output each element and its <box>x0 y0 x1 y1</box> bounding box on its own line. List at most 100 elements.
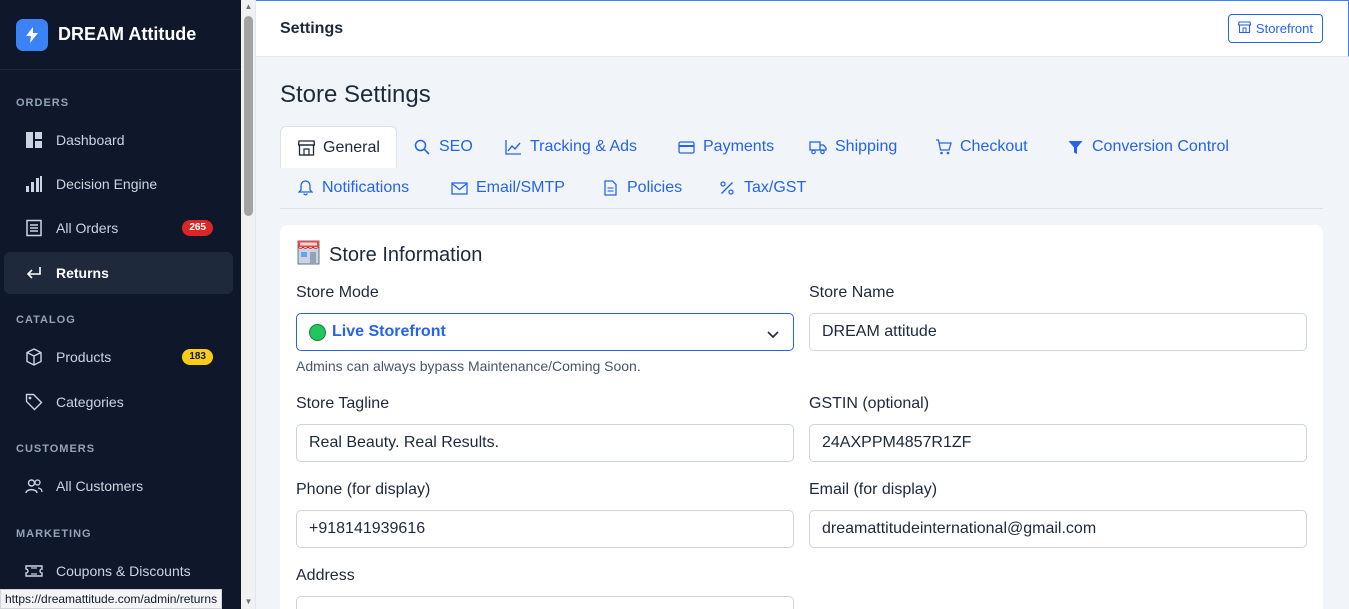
phone-label: Phone (for display) <box>296 481 431 498</box>
sidebar-item-coupons[interactable]: Coupons & Discounts <box>4 550 233 592</box>
section-label-catalog: CATALOG <box>16 314 76 326</box>
card-title: Store Information <box>296 240 482 271</box>
section-label-marketing: MARKETING <box>16 528 92 540</box>
funnel-icon <box>1066 138 1084 156</box>
sidebar-item-label: Categories <box>56 394 124 410</box>
sidebar-item-label: Decision Engine <box>56 176 158 192</box>
settings-tabs: General SEO Tracking & Ads Payments Ship… <box>280 126 1323 209</box>
gstin-value: 24AXPPM4857R1ZF <box>822 434 972 451</box>
tab-label: Conversion Control <box>1092 138 1229 155</box>
products-count-badge: 183 <box>182 349 213 365</box>
section-label-customers: CUSTOMERS <box>16 443 96 455</box>
scroll-up-icon[interactable]: ▲ <box>241 0 256 14</box>
sidebar-item-returns[interactable]: Returns <box>4 252 233 294</box>
gstin-label: GSTIN (optional) <box>809 395 930 412</box>
sidebar-item-categories[interactable]: Categories <box>4 381 233 423</box>
lightning-icon <box>16 18 48 51</box>
green-circle-icon <box>309 323 326 341</box>
section-label-orders: ORDERS <box>16 97 70 109</box>
sidebar-item-label: Coupons & Discounts <box>56 563 191 579</box>
truck-icon <box>809 138 827 156</box>
tab-payments[interactable]: Payments <box>661 126 790 168</box>
topbar: Settings Storefront <box>256 0 1349 57</box>
phone-value: +918141939616 <box>309 520 426 537</box>
orders-count-badge: 265 <box>182 220 213 236</box>
sidebar-scrollbar[interactable]: ▲ ▼ <box>241 0 256 609</box>
tab-tax-gst[interactable]: Tax/GST <box>702 167 822 209</box>
store-name-value: DREAM attitude <box>822 323 937 340</box>
sidebar-item-products[interactable]: Products 183 <box>4 336 233 378</box>
tab-conversion-control[interactable]: Conversion Control <box>1050 126 1245 168</box>
tab-shipping[interactable]: Shipping <box>793 126 913 168</box>
sidebar-item-label: All Customers <box>56 478 144 494</box>
store-mode-value-wrap: Live Storefront <box>309 323 446 341</box>
tab-label: Email/SMTP <box>476 179 565 196</box>
address-label: Address <box>296 567 355 584</box>
chevron-down-icon <box>767 326 779 344</box>
sidebar-item-decision-engine[interactable]: Decision Engine <box>4 163 233 205</box>
percent-icon <box>718 179 736 197</box>
scroll-down-icon[interactable]: ▼ <box>241 595 256 609</box>
tab-tracking-ads[interactable]: Tracking & Ads <box>488 126 653 168</box>
users-icon <box>24 476 44 496</box>
store-mode-select[interactable]: Live Storefront <box>296 313 794 351</box>
store-information-card: Store Information Store Mode Live Storef… <box>280 225 1323 609</box>
tab-label: Notifications <box>322 179 410 196</box>
bar-chart-icon <box>24 174 44 194</box>
tab-label: Tracking & Ads <box>530 138 638 155</box>
dashboard-icon <box>24 130 44 150</box>
list-icon <box>24 218 44 238</box>
brand-name: DREAM Attitude <box>58 24 197 44</box>
sidebar-item-dashboard[interactable]: Dashboard <box>4 119 233 161</box>
email-value: dreamattitudeinternational@gmail.com <box>822 520 1097 537</box>
box-icon <box>24 347 44 367</box>
tab-label: Policies <box>627 179 683 196</box>
store-tagline-value: Real Beauty. Real Results. <box>309 434 500 451</box>
store-tagline-input[interactable]: Real Beauty. Real Results. <box>296 424 794 462</box>
page-title: Store Settings <box>280 81 431 108</box>
tab-email-smtp[interactable]: Email/SMTP <box>434 167 581 209</box>
brand[interactable]: DREAM Attitude <box>0 0 241 70</box>
tab-seo[interactable]: SEO <box>397 126 489 168</box>
store-mode-label: Store Mode <box>296 284 379 301</box>
scrollbar-thumb[interactable] <box>244 16 253 216</box>
tag-icon <box>24 392 44 412</box>
tab-label: Payments <box>703 138 775 155</box>
trend-icon <box>504 138 522 156</box>
ticket-icon <box>24 561 44 581</box>
envelope-icon <box>450 179 468 197</box>
card-title-text: Store Information <box>329 244 483 266</box>
phone-input[interactable]: +918141939616 <box>296 510 794 548</box>
tab-label: SEO <box>439 138 473 155</box>
card-icon <box>677 138 695 156</box>
tab-policies[interactable]: Policies <box>585 167 698 209</box>
sidebar-item-all-customers[interactable]: All Customers <box>4 465 233 507</box>
store-icon <box>297 139 315 157</box>
sidebar-item-all-orders[interactable]: All Orders 265 <box>4 207 233 249</box>
topbar-title: Settings <box>280 20 344 37</box>
gstin-input[interactable]: 24AXPPM4857R1ZF <box>809 424 1307 462</box>
sidebar-item-label: Dashboard <box>56 132 125 148</box>
sidebar-item-label: Returns <box>56 265 109 281</box>
email-input[interactable]: dreamattitudeinternational@gmail.com <box>809 510 1307 548</box>
store-mode-value: Live Storefront <box>332 323 446 340</box>
tab-general[interactable]: General <box>280 126 397 168</box>
address-input[interactable] <box>296 596 794 609</box>
storefront-button[interactable]: Storefront <box>1227 14 1323 43</box>
return-arrow-icon <box>24 263 44 283</box>
storefront-label: Storefront <box>1255 21 1313 36</box>
sidebar-item-label: Products <box>56 349 112 365</box>
tab-checkout[interactable]: Checkout <box>918 126 1044 168</box>
sidebar: DREAM Attitude ORDERS Dashboard Decision… <box>0 0 241 609</box>
store-name-input[interactable]: DREAM attitude <box>809 313 1307 351</box>
store-emoji-icon <box>296 240 321 271</box>
shop-icon <box>1237 21 1252 36</box>
store-tagline-label: Store Tagline <box>296 395 390 412</box>
tab-label: General <box>323 138 380 156</box>
tab-notifications[interactable]: Notifications <box>280 167 425 209</box>
bell-icon <box>296 179 314 197</box>
store-name-label: Store Name <box>809 284 895 301</box>
document-icon <box>601 179 619 197</box>
store-mode-hint: Admins can always bypass Maintenance/Com… <box>296 358 641 374</box>
tab-label: Tax/GST <box>744 179 807 196</box>
